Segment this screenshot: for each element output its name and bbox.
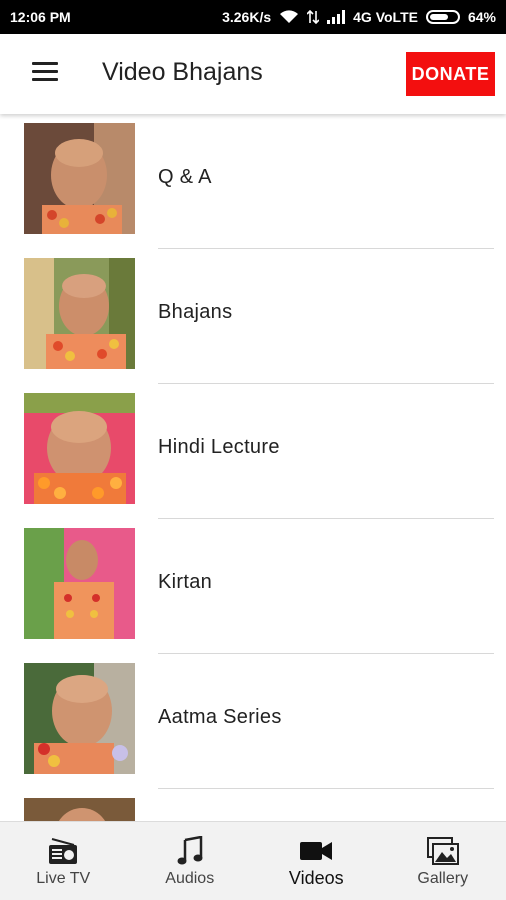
thumbnail-image — [24, 393, 135, 504]
list-item[interactable]: Aatma Series — [0, 654, 506, 789]
cell-signal-icon — [327, 10, 346, 24]
list-item-label: Bhajans — [158, 301, 233, 323]
battery-percent: 64% — [467, 9, 496, 25]
donate-button[interactable]: DONATE — [406, 52, 495, 96]
network-type: 4G VoLTE — [353, 9, 418, 25]
battery-icon — [425, 10, 460, 24]
thumbnail-image — [24, 123, 135, 234]
status-bar: 12:06 PM 3.26K/s 4G VoLTE 64% — [0, 0, 506, 34]
list-item[interactable] — [0, 789, 506, 822]
data-arrows-icon — [307, 10, 320, 24]
list-item-label: Hindi Lecture — [158, 436, 280, 458]
list-item-label: Kirtan — [158, 571, 213, 593]
thumbnail-image — [24, 258, 135, 369]
list-item[interactable]: Bhajans — [0, 249, 506, 384]
wifi-icon — [279, 10, 299, 24]
status-time: 12:06 PM — [10, 9, 71, 25]
nav-label: Audios — [165, 870, 215, 887]
status-indicators: 3.26K/s 4G VoLTE 64% — [222, 9, 496, 25]
nav-label: Live TV — [36, 870, 91, 887]
nav-item-live-tv[interactable]: Live TV — [0, 822, 127, 900]
nav-item-gallery[interactable]: Gallery — [380, 822, 506, 900]
video-camera-icon — [300, 836, 333, 866]
network-speed: 3.26K/s — [222, 9, 272, 25]
hamburger-menu-icon[interactable] — [32, 62, 58, 84]
nav-label: Gallery — [417, 870, 469, 887]
page-title: Video Bhajans — [102, 58, 263, 86]
app-bar: Video Bhajans DONATE — [0, 34, 506, 114]
list-item[interactable]: Hindi Lecture — [0, 384, 506, 519]
nav-label: Videos — [288, 868, 344, 888]
music-note-icon — [176, 836, 204, 866]
list-item-label: Aatma Series — [158, 706, 282, 728]
video-category-list[interactable]: Q & A Bhajans Hindi Lecture Kirtan Aatma… — [0, 114, 506, 822]
thumbnail-image — [24, 528, 135, 639]
radio-icon — [48, 836, 78, 866]
thumbnail-image — [24, 663, 135, 774]
gallery-images-icon — [426, 836, 459, 866]
nav-item-audios[interactable]: Audios — [127, 822, 254, 900]
thumbnail-image — [24, 798, 135, 822]
nav-item-videos[interactable]: Videos — [253, 822, 380, 900]
list-item-label: Q & A — [158, 166, 212, 188]
bottom-navigation: Live TV Audios Videos Gallery — [0, 821, 506, 900]
list-item[interactable]: Q & A — [0, 114, 506, 249]
list-item[interactable]: Kirtan — [0, 519, 506, 654]
